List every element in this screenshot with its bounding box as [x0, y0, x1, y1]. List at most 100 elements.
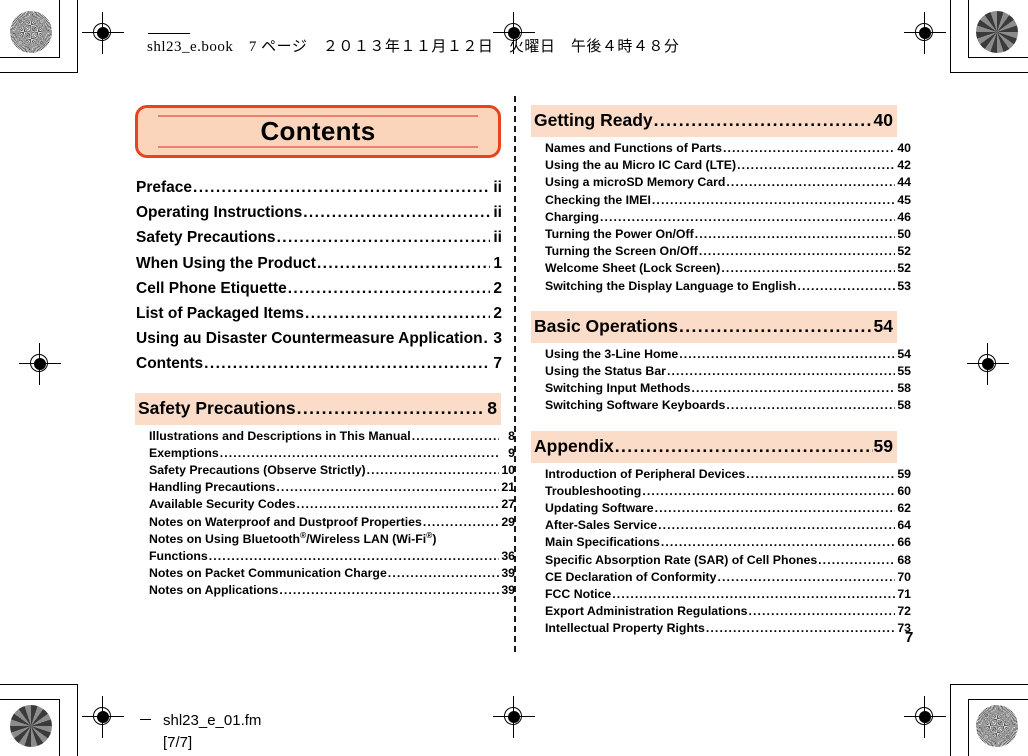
- toc-entry[interactable]: Main Specifications 66: [531, 534, 911, 551]
- toc-entry-page: 39: [501, 566, 515, 581]
- toc-leader: [706, 620, 895, 637]
- toc-entry-page: 21: [501, 480, 515, 495]
- toc-entry-wrapped-line-2[interactable]: Functions 36: [135, 548, 515, 565]
- toc-leader: [746, 466, 895, 483]
- toc-entry[interactable]: Notes on Packet Communication Charge 39: [135, 565, 515, 582]
- toc-leader: [737, 157, 895, 174]
- toc-entry[interactable]: Cell Phone Etiquette 2: [135, 276, 502, 301]
- registration-mark: [82, 12, 124, 54]
- toc-entry[interactable]: Updating Software 62: [531, 500, 911, 517]
- toc-entry-label: When Using the Product: [136, 254, 316, 272]
- crop-mark-line: [0, 699, 60, 700]
- toc-leader: [726, 397, 895, 414]
- toc-leader: [305, 301, 490, 326]
- toc-leader: [679, 346, 895, 363]
- toc-entry[interactable]: Switching the Display Language to Englis…: [531, 278, 911, 295]
- toc-entry[interactable]: Using a microSD Memory Card 44: [531, 174, 911, 191]
- crop-mark-line: [968, 699, 1028, 700]
- toc-entry[interactable]: Notes on Waterproof and Dustproof Proper…: [135, 514, 515, 531]
- toc-entry[interactable]: Specific Absorption Rate (SAR) of Cell P…: [531, 552, 911, 569]
- toc-section-header-getting-ready[interactable]: Getting Ready 40: [531, 105, 897, 137]
- toc-entry-page: 54: [897, 346, 911, 361]
- toc-entry[interactable]: Turning the Screen On/Off 52: [531, 243, 911, 260]
- toc-entry-label: Exemptions: [149, 445, 219, 460]
- toc-entry-label: Preface: [136, 179, 193, 196]
- toc-entry[interactable]: Safety Precautions (Observe Strictly) 10: [135, 462, 515, 479]
- toc-entry-label: Contents: [136, 355, 204, 373]
- toc-entry-label: Specific Absorption Rate (SAR) of Cell P…: [545, 552, 818, 567]
- toc-entry[interactable]: After-Sales Service 64: [531, 517, 911, 534]
- toc-entry-page: 27: [501, 497, 515, 512]
- toc-entry[interactable]: Turning the Power On/Off 50: [531, 226, 911, 243]
- crop-mark-line: [59, 0, 60, 58]
- toc-entry-label: Illustrations and Descriptions in This M…: [149, 428, 411, 443]
- toc-entry[interactable]: Exemptions 9: [135, 445, 515, 462]
- toc-entry-page: 45: [897, 192, 911, 207]
- toc-section-header-safety-precautions[interactable]: Safety Precautions 8: [135, 392, 501, 425]
- toc-entry[interactable]: Switching Input Methods 58: [531, 380, 911, 397]
- toc-entry[interactable]: When Using the Product 1: [135, 251, 502, 276]
- toc-entry[interactable]: Using the Status Bar 55: [531, 363, 911, 380]
- toc-entry-label: Welcome Sheet (Lock Screen): [545, 261, 721, 276]
- toc-sub-list-basic-operations: Using the 3-Line Home 54 Using the Statu…: [531, 346, 911, 415]
- toc-entry-label: Names and Functions of Parts: [545, 141, 722, 155]
- toc-leader: [818, 552, 895, 569]
- toc-leader: [615, 432, 873, 461]
- toc-entry-page: 42: [897, 158, 911, 173]
- document-page: shl23_e.book 7 ページ ２０１３年１１月１２日 火曜日 午後４時４…: [0, 0, 1028, 756]
- crop-mark-line: [968, 57, 1028, 58]
- toc-entry[interactable]: Preface ii: [135, 175, 502, 200]
- toc-entry[interactable]: Charging 46: [531, 209, 911, 226]
- toc-leader: [667, 363, 895, 380]
- toc-entry[interactable]: Using the 3-Line Home 54: [531, 346, 911, 363]
- toc-entry-label: Handling Precautions: [149, 480, 276, 495]
- toc-entry-wrapped-line-1[interactable]: Notes on Using Bluetooth®/Wireless LAN (…: [135, 531, 515, 548]
- toc-leader: [412, 428, 499, 445]
- toc-entry[interactable]: Using the au Micro IC Card (LTE) 42: [531, 157, 911, 174]
- toc-entry[interactable]: Switching Software Keyboards 58: [531, 397, 911, 414]
- toc-entry[interactable]: CE Declaration of Conformity 70: [531, 569, 911, 586]
- toc-leader: [658, 517, 895, 534]
- toc-entry[interactable]: List of Packaged Items 2: [135, 301, 502, 326]
- toc-entry-page: 40: [897, 141, 911, 155]
- toc-entry-label: Notes on Using Bluetooth®/Wireless LAN (…: [149, 529, 437, 546]
- toc-entry[interactable]: Available Security Codes 27: [135, 496, 515, 513]
- left-column: Contents Preface ii Operating Instructio…: [135, 105, 515, 600]
- toc-entry[interactable]: Using au Disaster Countermeasure Applica…: [135, 326, 502, 351]
- toc-entry[interactable]: Intellectual Property Rights 73: [531, 620, 911, 637]
- toc-entry[interactable]: Names and Functions of Parts 40: [531, 140, 911, 157]
- toc-leader: [303, 200, 490, 225]
- toc-entry-label: Switching Software Keyboards: [545, 398, 726, 413]
- toc-entry[interactable]: Handling Precautions 21: [135, 479, 515, 496]
- toc-section-title: Basic Operations: [534, 315, 678, 336]
- print-test-star-target: [976, 11, 1018, 53]
- toc-entry[interactable]: Introduction of Peripheral Devices 59: [531, 466, 911, 483]
- toc-entry[interactable]: Operating Instructions ii: [135, 200, 502, 225]
- toc-entry-page: 52: [897, 244, 911, 259]
- toc-entry-page: 44: [897, 175, 911, 190]
- toc-entry[interactable]: Notes on Applications 39: [135, 582, 515, 599]
- toc-entry-label: Introduction of Peripheral Devices: [545, 466, 746, 481]
- toc-entry-page: 70: [897, 569, 911, 584]
- toc-section-header-appendix[interactable]: Appendix 59: [531, 430, 897, 463]
- toc-section-header-basic-operations[interactable]: Basic Operations 54: [531, 310, 897, 343]
- toc-entry[interactable]: Safety Precautions ii: [135, 225, 502, 250]
- toc-entry-label: Charging: [545, 209, 599, 224]
- toc-entry-page: 58: [897, 398, 911, 413]
- toc-entry[interactable]: Illustrations and Descriptions in This M…: [135, 428, 515, 445]
- toc-entry[interactable]: Checking the IMEI 45: [531, 192, 911, 209]
- toc-entry[interactable]: Export Administration Regulations 72: [531, 603, 911, 620]
- toc-entry-page: 7: [493, 355, 502, 373]
- slug-rule: [148, 33, 190, 34]
- toc-entry[interactable]: Welcome Sheet (Lock Screen) 52: [531, 260, 911, 277]
- toc-entry[interactable]: FCC Notice 71: [531, 586, 911, 603]
- toc-leader: [297, 394, 482, 423]
- toc-leader: [388, 565, 499, 582]
- toc-entry-page: 2: [493, 305, 502, 323]
- toc-entry-page: 59: [897, 466, 911, 481]
- toc-entry[interactable]: Troubleshooting 60: [531, 483, 911, 500]
- toc-entry-label: After-Sales Service: [545, 518, 658, 533]
- toc-entry-page: 55: [897, 364, 911, 379]
- toc-entry-page: 60: [897, 483, 911, 498]
- toc-entry[interactable]: Contents 7: [135, 351, 502, 376]
